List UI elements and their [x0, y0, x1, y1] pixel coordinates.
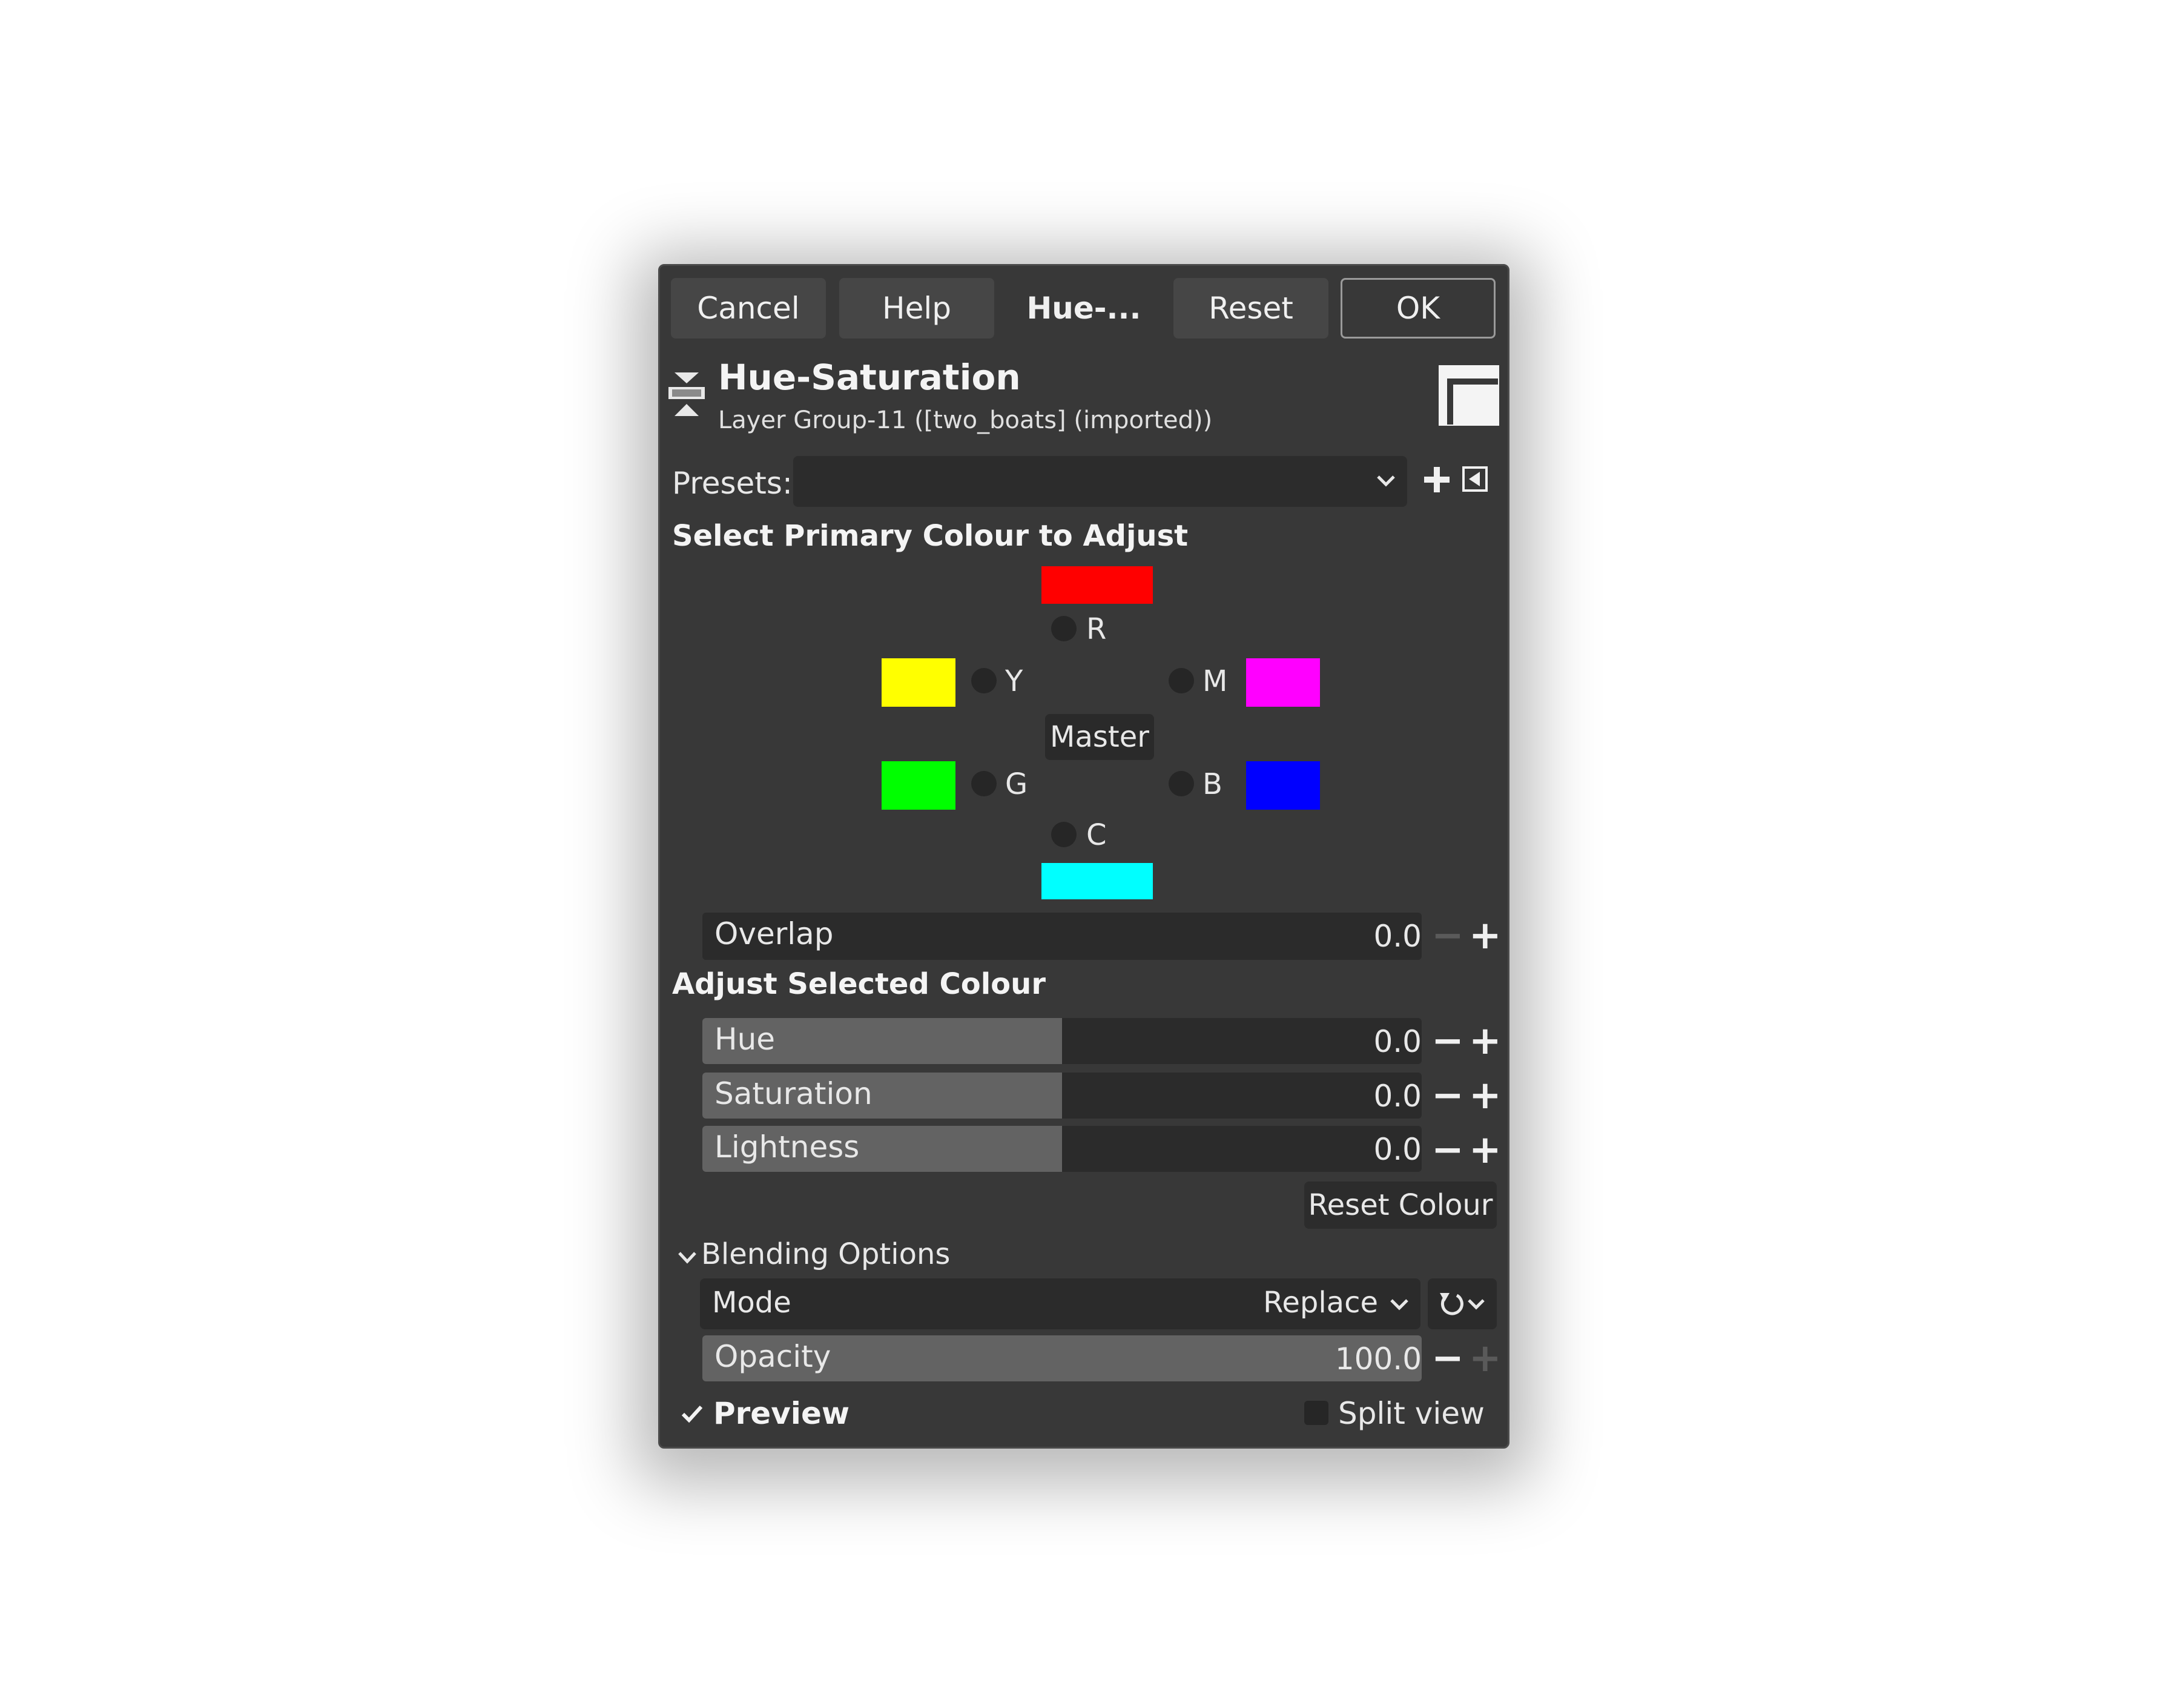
radio-cyan[interactable] — [1051, 822, 1077, 847]
chevron-down-icon — [1390, 1299, 1408, 1311]
layer-subtitle: Layer Group-11 ([two_boats] (imported)) — [718, 406, 1213, 434]
overlap-value: 0.0 — [1373, 919, 1422, 954]
opacity-decrease-button[interactable]: − — [1431, 1339, 1464, 1378]
dialog-heading: Hue-Saturation — [718, 357, 1021, 398]
radio-red[interactable] — [1051, 616, 1077, 641]
lightness-increase-button[interactable]: + — [1469, 1131, 1502, 1169]
blending-options-expander[interactable]: Blending Options — [701, 1237, 950, 1271]
mode-value: Replace — [1263, 1286, 1378, 1320]
presets-menu-icon[interactable] — [1462, 466, 1488, 492]
preview-check-icon[interactable] — [681, 1404, 704, 1424]
label-cyan: C — [1086, 818, 1107, 852]
lightness-slider[interactable]: Lightness 0.0 — [702, 1126, 1422, 1172]
blue-swatch — [1246, 761, 1320, 810]
mode-label: Mode — [712, 1286, 791, 1320]
composite-mode-icon — [1440, 1293, 1485, 1315]
ok-button[interactable]: OK — [1341, 278, 1496, 339]
hue-saturation-dialog: Cancel Help Hue-... Reset OK Hue-Saturat… — [658, 264, 1509, 1449]
preview-label[interactable]: Preview — [713, 1396, 850, 1431]
label-blue: B — [1203, 767, 1222, 801]
saturation-label: Saturation — [714, 1076, 873, 1111]
expander-chevron-icon[interactable] — [677, 1249, 698, 1266]
saturation-decrease-button[interactable]: − — [1431, 1076, 1464, 1115]
hue-label: Hue — [714, 1022, 776, 1057]
hue-saturation-tool-icon — [668, 372, 705, 416]
hue-increase-button[interactable]: + — [1469, 1022, 1502, 1060]
label-red: R — [1086, 612, 1107, 646]
opacity-slider[interactable]: Opacity 100.0 — [702, 1335, 1422, 1381]
hue-value: 0.0 — [1373, 1024, 1422, 1059]
cancel-button[interactable]: Cancel — [671, 278, 826, 339]
lightness-decrease-button[interactable]: − — [1431, 1131, 1464, 1169]
split-view-label[interactable]: Split view — [1338, 1396, 1485, 1431]
cyan-swatch — [1041, 863, 1153, 899]
opacity-value: 100.0 — [1334, 1341, 1422, 1377]
opacity-label: Opacity — [714, 1339, 831, 1374]
radio-blue[interactable] — [1169, 771, 1194, 796]
green-swatch — [882, 761, 955, 810]
master-button[interactable]: Master — [1045, 714, 1154, 760]
presets-label: Presets: — [672, 466, 793, 501]
label-yellow: Y — [1005, 664, 1023, 698]
chevron-down-icon — [1377, 475, 1395, 487]
split-view-checkbox[interactable] — [1304, 1401, 1328, 1425]
lightness-value: 0.0 — [1373, 1132, 1422, 1167]
opacity-increase-button[interactable]: + — [1469, 1339, 1502, 1378]
label-green: G — [1005, 767, 1028, 801]
radio-yellow[interactable] — [971, 668, 997, 693]
overlap-label: Overlap — [714, 916, 834, 951]
add-preset-icon[interactable] — [1422, 464, 1452, 495]
hue-decrease-button[interactable]: − — [1431, 1022, 1464, 1060]
radio-magenta[interactable] — [1169, 668, 1194, 693]
primary-colour-heading: Select Primary Colour to Adjust — [672, 519, 1189, 553]
saturation-increase-button[interactable]: + — [1469, 1076, 1502, 1115]
overlap-slider[interactable]: Overlap 0.0 — [702, 913, 1422, 960]
magenta-swatch — [1246, 658, 1320, 707]
mode-combobox[interactable]: Mode Replace — [700, 1278, 1420, 1329]
adjust-colour-heading: Adjust Selected Colour — [672, 967, 1046, 1001]
label-magenta: M — [1203, 664, 1228, 698]
composite-mode-button[interactable] — [1428, 1278, 1497, 1329]
yellow-swatch — [882, 658, 955, 707]
hue-slider[interactable]: Hue 0.0 — [702, 1018, 1422, 1064]
radio-green[interactable] — [971, 771, 997, 796]
saturation-value: 0.0 — [1373, 1079, 1422, 1114]
overlap-decrease-button[interactable]: − — [1431, 916, 1464, 955]
overlap-increase-button[interactable]: + — [1469, 916, 1502, 955]
reset-button[interactable]: Reset — [1173, 278, 1328, 339]
lightness-label: Lightness — [714, 1129, 860, 1165]
reset-colour-button[interactable]: Reset Colour — [1304, 1182, 1497, 1229]
help-button[interactable]: Help — [839, 278, 994, 339]
dock-dialog-icon[interactable] — [1437, 364, 1500, 427]
dialog-title-tab: Hue-... — [1026, 291, 1141, 326]
red-swatch — [1041, 566, 1153, 604]
presets-combobox[interactable] — [793, 456, 1407, 507]
saturation-slider[interactable]: Saturation 0.0 — [702, 1073, 1422, 1119]
